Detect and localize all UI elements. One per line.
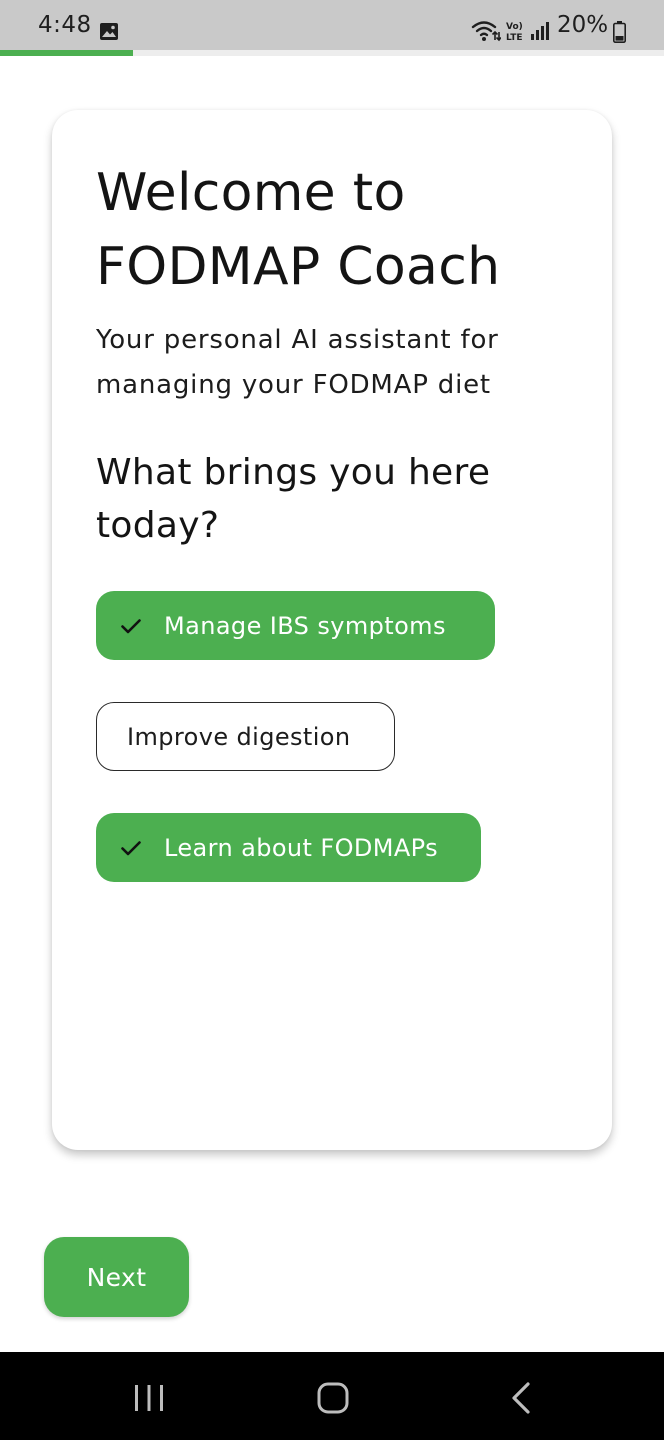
onboarding-screen: 4:48 Vo) LTE 20% Welcome to FODMAP Coach…	[0, 0, 664, 1440]
check-icon	[121, 840, 141, 855]
recents-icon[interactable]	[131, 1382, 167, 1414]
back-icon[interactable]	[505, 1380, 537, 1416]
welcome-subtitle: Your personal AI assistant for managing …	[96, 325, 499, 400]
battery-percentage: 20%	[557, 12, 609, 38]
wifi-icon	[471, 21, 501, 42]
next-button[interactable]: Next	[44, 1237, 189, 1317]
check-icon	[121, 618, 141, 633]
status-bar: 4:48 Vo) LTE 20%	[0, 0, 664, 50]
gallery-icon	[100, 23, 118, 40]
svg-text:LTE: LTE	[506, 33, 523, 43]
onboarding-progress-bar	[0, 50, 664, 56]
option-learn-about-fodmaps[interactable]: Learn about FODMAPs	[96, 813, 481, 882]
welcome-card: Welcome to FODMAP Coach Your personal AI…	[52, 110, 612, 1150]
option-improve-digestion[interactable]: Improve digestion	[96, 702, 395, 771]
battery-icon	[613, 21, 626, 43]
option-label: Manage IBS symptoms	[164, 611, 446, 640]
system-nav-bar	[0, 1352, 664, 1440]
question-heading: What brings you here today?	[96, 452, 491, 546]
home-icon[interactable]	[315, 1381, 351, 1415]
option-manage-ibs-symptoms[interactable]: Manage IBS symptoms	[96, 591, 495, 660]
signal-icon	[531, 22, 549, 40]
status-time: 4:48	[38, 12, 92, 38]
next-button-label: Next	[86, 1262, 147, 1292]
volte-icon: Vo) LTE	[506, 22, 523, 43]
progress-fill	[0, 50, 133, 56]
page-title: Welcome to FODMAP Coach	[96, 163, 501, 297]
option-label: Improve digestion	[127, 722, 351, 751]
svg-text:Vo): Vo)	[506, 22, 523, 32]
option-label: Learn about FODMAPs	[164, 833, 439, 862]
